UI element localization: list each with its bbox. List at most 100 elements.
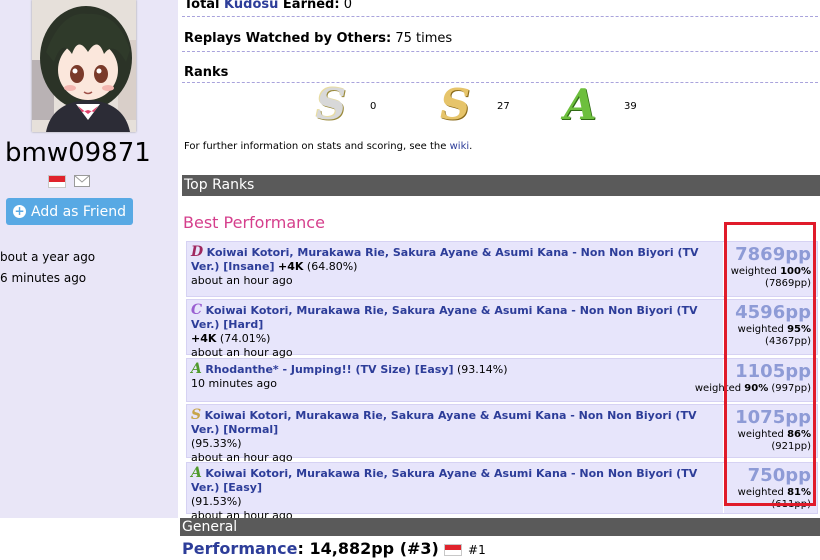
score-pp: 1105pp weighted 90% (997pp): [695, 361, 811, 395]
username: bmw09871: [5, 138, 151, 168]
score-details: A Rhodanthe* - Jumping!! (TV Size) [Easy…: [191, 362, 711, 391]
grade-a-icon: A: [191, 465, 202, 481]
divider: [182, 16, 818, 17]
kudosu-link[interactable]: Kudosu: [224, 0, 278, 12]
grade-d-icon: D: [191, 244, 204, 260]
accuracy: (93.14%): [456, 363, 508, 376]
score-details: S Koiwai Kotori, Murakawa Rie, Sakura Ay…: [191, 408, 711, 465]
score-row: S Koiwai Kotori, Murakawa Rie, Sakura Ay…: [186, 404, 818, 464]
add-friend-label: Add as Friend: [31, 203, 126, 220]
country-flag-icon: [48, 175, 66, 188]
pp-value: 4596pp: [735, 302, 811, 323]
grade-a-icon: A: [191, 361, 202, 377]
kudosu-suffix: Earned:: [278, 0, 340, 12]
best-performance-title: Best Performance: [183, 213, 325, 232]
weighted-percent: 95%: [787, 324, 811, 335]
beatmap-link[interactable]: Koiwai Kotori, Murakawa Rie, Sakura Ayan…: [191, 467, 697, 494]
score-pp: 7869pp weighted 100% (7869pp): [731, 244, 811, 290]
accuracy: (74.01%): [219, 332, 271, 345]
divider: [182, 51, 818, 52]
rank-ss-icon: S: [316, 80, 347, 129]
stats-info-text: For further information on stats and sco…: [184, 141, 450, 152]
weighted-pp: (4367pp): [765, 336, 811, 347]
replays-stat: Replays Watched by Others: 75 times: [184, 31, 452, 46]
score-row: A Koiwai Kotori, Murakawa Rie, Sakura Ay…: [186, 462, 818, 522]
pp-value: 1075pp: [735, 407, 811, 428]
general-header: General: [180, 518, 820, 536]
score-row: D Koiwai Kotori, Murakawa Rie, Sakura Ay…: [186, 241, 818, 297]
row-divider: [723, 242, 724, 296]
plus-icon: +: [13, 204, 27, 218]
performance-summary: Performance: 14,882pp (#3) #1: [182, 539, 486, 558]
rank-a-count: 39: [624, 101, 637, 112]
replays-value: 75 times: [395, 31, 453, 46]
weighted-label: weighted: [694, 383, 745, 394]
beatmap-link[interactable]: Koiwai Kotori, Murakawa Rie, Sakura Ayan…: [191, 409, 696, 436]
mods-label: +4K: [191, 332, 217, 345]
add-friend-button[interactable]: + Add as Friend: [6, 198, 133, 225]
top-ranks-header: Top Ranks: [182, 175, 820, 196]
rank-a-icon: A: [564, 80, 597, 129]
rank-s-icon: S: [440, 80, 471, 129]
divider: [182, 82, 818, 83]
row-divider: [723, 463, 724, 513]
kudosu-prefix: Total: [184, 0, 225, 12]
score-row: A Rhodanthe* - Jumping!! (TV Size) [Easy…: [186, 358, 818, 402]
weighted-pp: (7869pp): [765, 278, 811, 289]
accuracy: (64.80%): [306, 260, 358, 273]
row-divider: [723, 300, 724, 354]
weighted-label: weighted: [730, 266, 781, 277]
beatmap-link[interactable]: Koiwai Kotori, Murakawa Rie, Sakura Ayan…: [191, 304, 698, 331]
weighted-label: weighted: [737, 487, 788, 498]
rank-s-count: 27: [497, 101, 510, 112]
performance-value: : 14,882pp (#3): [297, 539, 439, 558]
pp-value: 750pp: [747, 465, 811, 486]
accuracy: (95.33%): [191, 437, 242, 450]
weighted-label: weighted: [737, 429, 788, 440]
ranks-stat: Ranks: [184, 65, 228, 80]
ranks-label: Ranks: [184, 65, 229, 80]
grade-s-icon: S: [191, 407, 202, 423]
profile-main: Total Kudosu Earned: 0 Replays Watched b…: [178, 0, 820, 560]
avatar: [32, 0, 136, 132]
grade-c-icon: C: [191, 302, 203, 318]
score-details: C Koiwai Kotori, Murakawa Rie, Sakura Ay…: [191, 303, 711, 360]
country-flag-icon: [444, 543, 463, 556]
weighted-pp: (611pp): [771, 499, 811, 510]
weighted-percent: 100%: [780, 266, 811, 277]
replays-label: Replays Watched by Others:: [184, 31, 392, 46]
beatmap-link[interactable]: Koiwai Kotori, Murakawa Rie, Sakura Ayan…: [191, 246, 698, 273]
stats-info-end: .: [469, 141, 473, 152]
score-pp: 4596pp weighted 95% (4367pp): [735, 302, 811, 348]
avatar-image: [32, 0, 136, 132]
performance-label[interactable]: Performance: [182, 539, 298, 558]
row-divider: [723, 405, 724, 457]
wiki-link[interactable]: wiki: [450, 141, 470, 152]
profile-sidebar: bmw09871 + Add as Friend bout a year ago…: [0, 0, 178, 560]
score-pp: 750pp weighted 81% (611pp): [738, 465, 811, 511]
weighted-pp: (997pp): [771, 383, 811, 394]
weighted-percent: 90%: [744, 383, 769, 394]
score-pp: 1075pp weighted 86% (921pp): [735, 407, 811, 453]
weighted-label: weighted: [737, 324, 788, 335]
weighted-pp: (921pp): [771, 441, 811, 452]
mods-label: +4K: [278, 260, 304, 273]
weighted-percent: 81%: [787, 487, 811, 498]
joined-text: bout a year ago: [0, 250, 96, 264]
rank-ss-count: 0: [370, 101, 377, 112]
kudosu-stat: Total Kudosu Earned: 0: [184, 0, 352, 12]
mail-icon[interactable]: [74, 175, 90, 187]
score-details: D Koiwai Kotori, Murakawa Rie, Sakura Ay…: [191, 245, 711, 288]
weighted-percent: 86%: [787, 429, 811, 440]
country-rank: #1: [468, 543, 486, 557]
score-details: A Koiwai Kotori, Murakawa Rie, Sakura Ay…: [191, 466, 711, 523]
score-time: 10 minutes ago: [191, 377, 277, 390]
beatmap-link[interactable]: Rhodanthe* - Jumping!! (TV Size) [Easy]: [205, 363, 453, 376]
stats-info: For further information on stats and sco…: [184, 141, 472, 152]
last-active-text: 6 minutes ago: [0, 271, 87, 285]
score-time: about an hour ago: [191, 274, 293, 287]
score-row: C Koiwai Kotori, Murakawa Rie, Sakura Ay…: [186, 299, 818, 359]
sidebar-bottom: [0, 518, 178, 560]
pp-value: 1105pp: [735, 361, 811, 382]
accuracy: (91.53%): [191, 495, 242, 508]
